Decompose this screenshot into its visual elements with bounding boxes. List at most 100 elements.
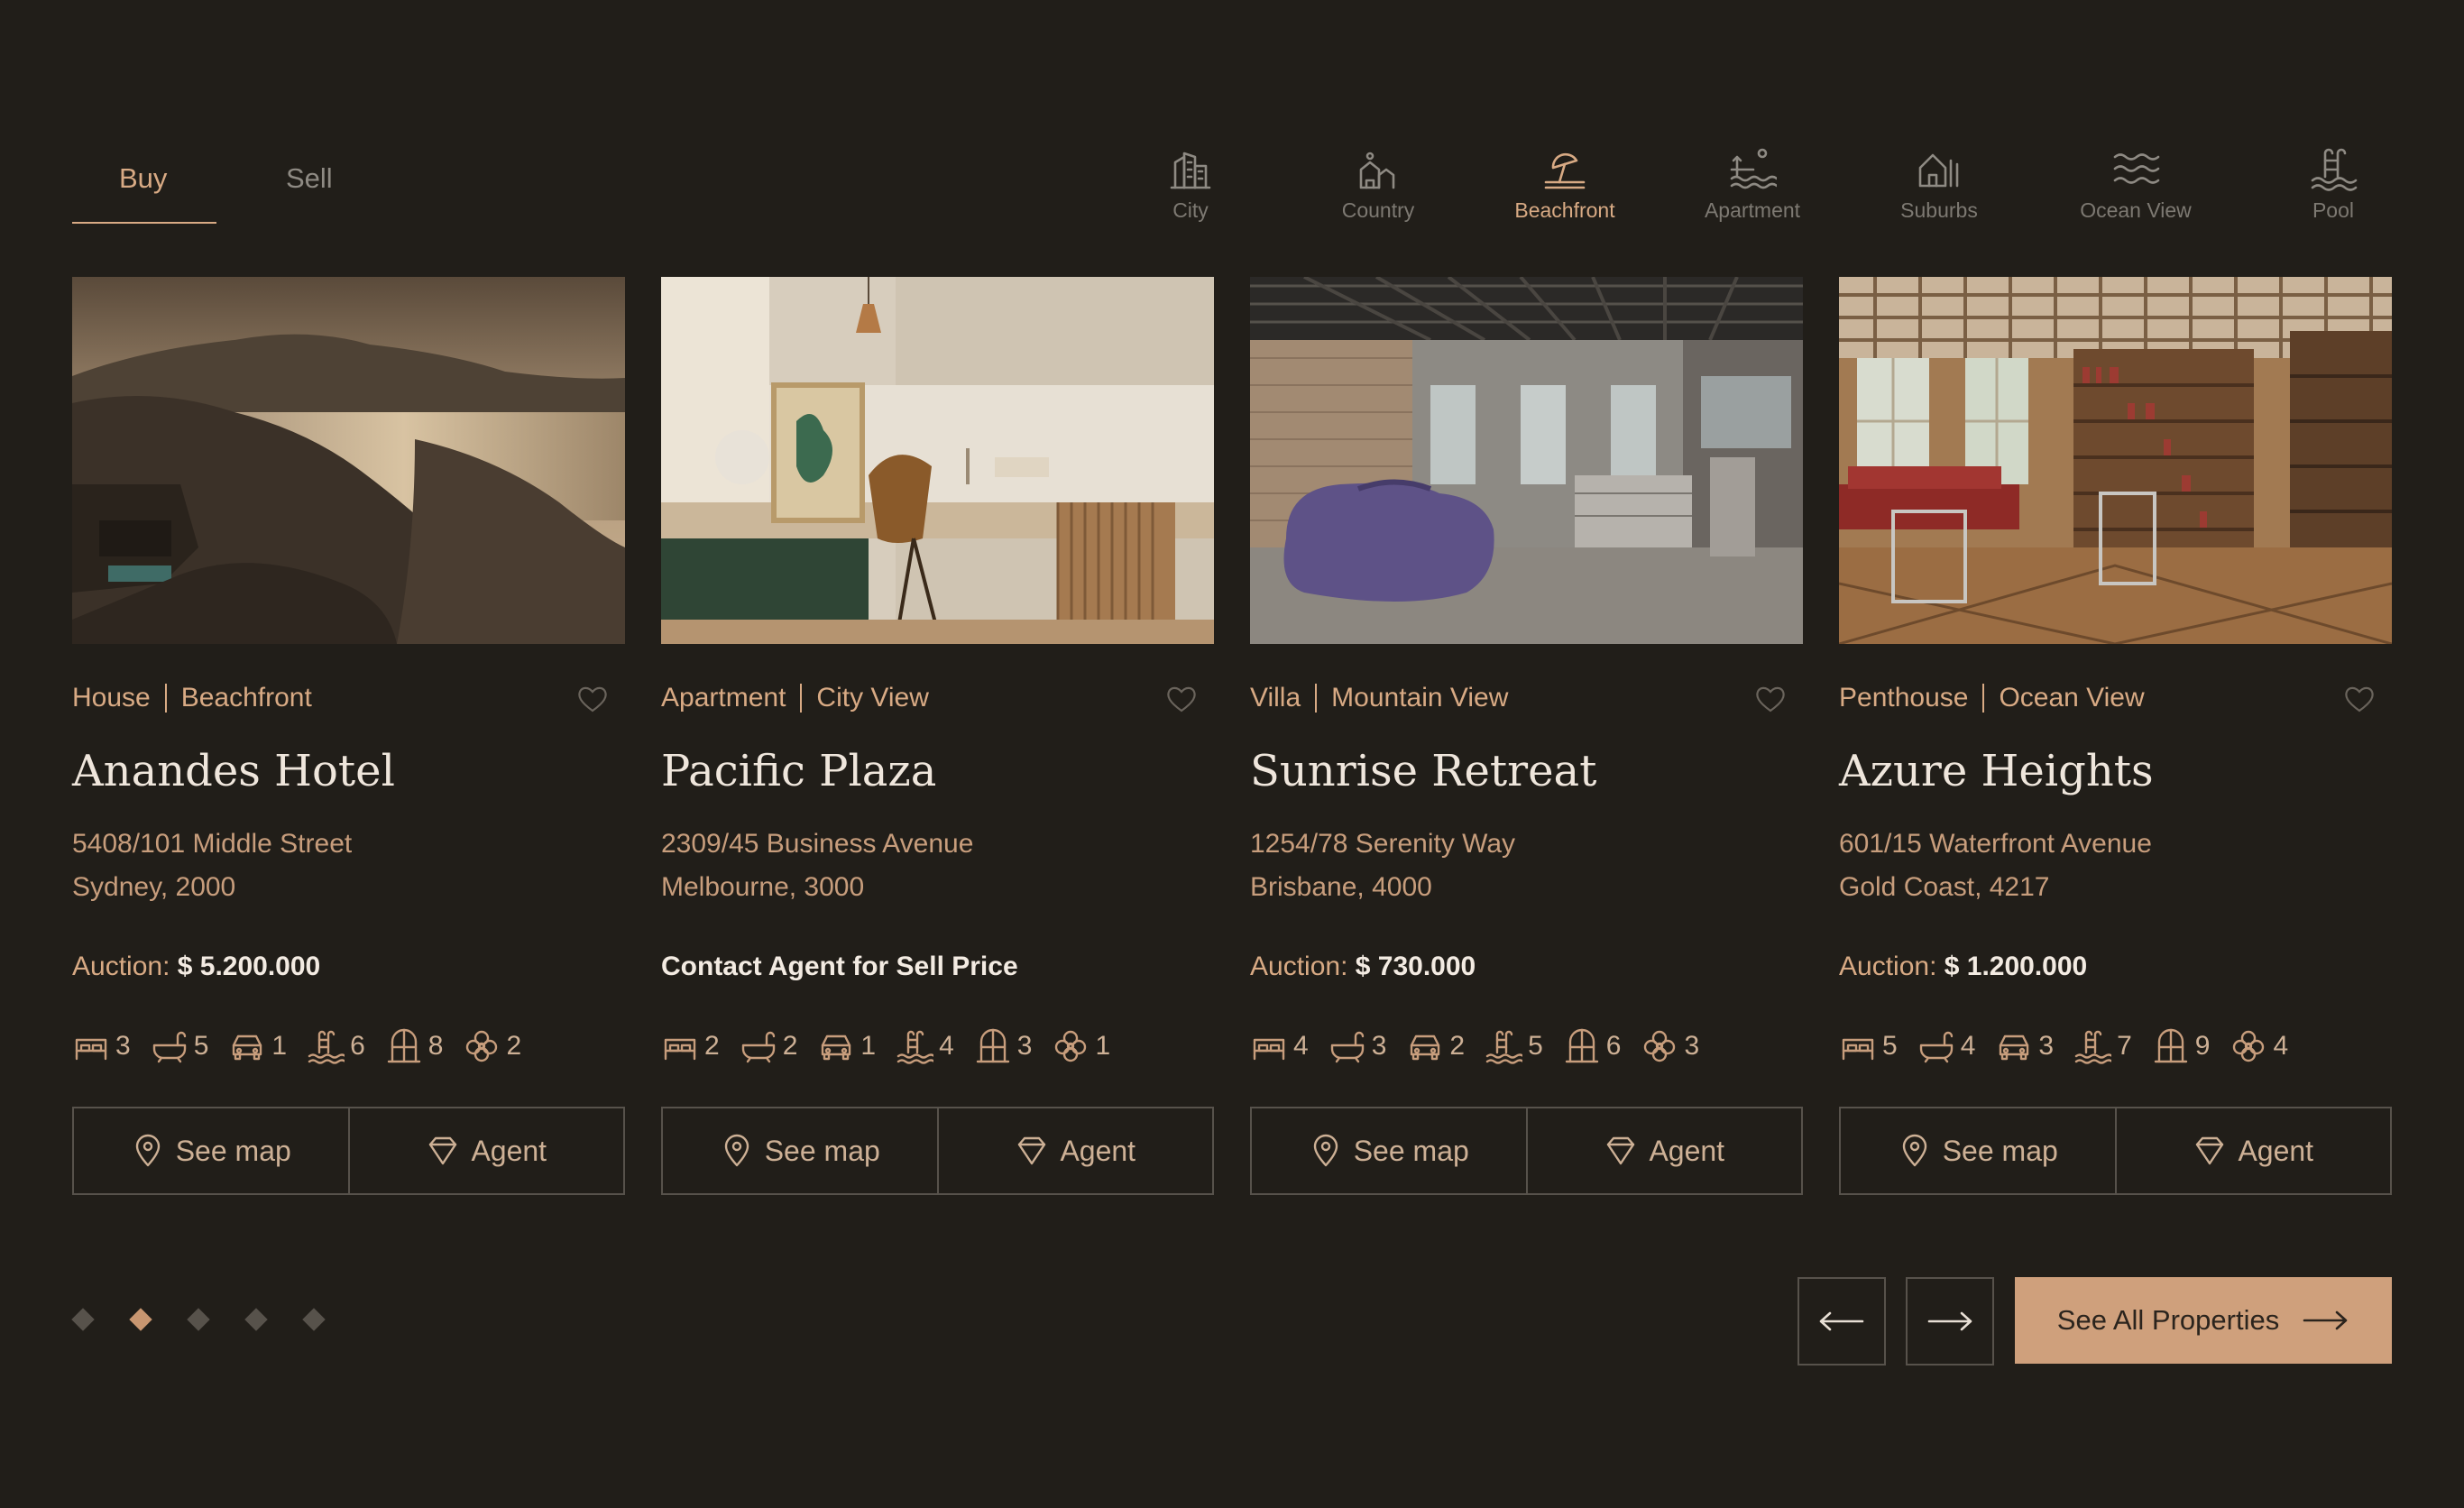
button-label: Agent: [2238, 1134, 2314, 1167]
tab-buy[interactable]: Buy: [119, 162, 167, 195]
property-name: Sunrise Retreat: [1250, 746, 1597, 796]
agent-button[interactable]: Agent: [347, 1108, 624, 1193]
price-label: Auction:: [1250, 952, 1348, 981]
feature-pool: 6: [307, 1027, 365, 1065]
favorite-button[interactable]: [1165, 685, 1198, 713]
bed-icon: [1842, 1038, 1874, 1061]
category-suburbs[interactable]: Suburbs: [1849, 144, 2029, 223]
tab-sell[interactable]: Sell: [286, 162, 333, 195]
feature-pool: 4: [896, 1027, 954, 1065]
property-photo[interactable]: [1250, 277, 1803, 644]
property-address-line1: 5408/101 Middle Street: [72, 829, 353, 859]
button-label: See map: [1353, 1134, 1469, 1167]
apartment-icon: [1730, 148, 1777, 189]
price-label: Auction:: [1839, 952, 1937, 981]
category-pool[interactable]: Pool: [2243, 144, 2423, 223]
next-button[interactable]: [1906, 1277, 1994, 1365]
favorite-button[interactable]: [2343, 685, 2376, 713]
interior-desk-chair-photo: [661, 277, 1214, 644]
feature-rooms: 6: [1563, 1027, 1621, 1065]
property-price: Auction: $ 1.200.000: [1839, 952, 2087, 982]
feature-garage: 1: [817, 1027, 876, 1065]
feature-value: 3: [115, 1031, 131, 1061]
property-photo[interactable]: [72, 277, 625, 644]
category-country[interactable]: Country: [1288, 144, 1468, 223]
previous-button[interactable]: [1797, 1277, 1886, 1365]
garden-icon: [466, 1030, 498, 1062]
favorite-button[interactable]: [576, 685, 609, 713]
card-actions: See map Agent: [661, 1107, 1214, 1195]
agent-button[interactable]: Agent: [1525, 1108, 1802, 1193]
category-beachfront[interactable]: Beachfront: [1475, 144, 1655, 223]
feature-value: 2: [782, 1031, 798, 1061]
feature-value: 1: [271, 1031, 288, 1061]
meta-separator: [800, 684, 803, 713]
diamond-icon: [1018, 1136, 1046, 1165]
country-icon: [1359, 152, 1395, 189]
feature-bathrooms: 5: [151, 1027, 208, 1065]
bath-icon: [741, 1031, 775, 1063]
property-features: 3 5 1 6 8 2: [72, 1027, 541, 1065]
pagination-dot-active[interactable]: [129, 1308, 152, 1331]
property-view: Mountain View: [1331, 683, 1509, 713]
pagination-dot[interactable]: [244, 1308, 268, 1331]
feature-value: 5: [1882, 1031, 1898, 1061]
meta-separator: [1315, 684, 1318, 713]
see-map-button[interactable]: See map: [663, 1108, 937, 1193]
property-photo[interactable]: [661, 277, 1214, 644]
property-type: Apartment: [661, 683, 786, 713]
map-pin-icon: [724, 1134, 749, 1167]
see-map-button[interactable]: See map: [1841, 1108, 2115, 1193]
see-all-properties-button[interactable]: See All Properties: [2015, 1277, 2392, 1364]
property-price: Auction: $ 5.200.000: [72, 952, 320, 982]
feature-garage: 2: [1406, 1027, 1465, 1065]
door-icon: [976, 1028, 1009, 1063]
feature-value: 2: [704, 1031, 720, 1061]
property-price: Contact Agent for Sell Price: [661, 952, 1018, 981]
property-features: 2 2 1 4 3 1: [661, 1027, 1130, 1065]
property-view: City View: [816, 683, 929, 713]
property-features: 5 4 3 7 9 4: [1839, 1027, 2308, 1065]
pagination-dot[interactable]: [302, 1308, 326, 1331]
category-city[interactable]: City: [1100, 144, 1281, 223]
property-meta: Apartment City View: [661, 683, 929, 713]
property-address-line2: Sydney, 2000: [72, 872, 236, 902]
property-view: Ocean View: [1999, 683, 2145, 713]
feature-value: 3: [1371, 1031, 1387, 1061]
diamond-icon: [2196, 1136, 2224, 1165]
card-actions: See map Agent: [1250, 1107, 1803, 1195]
map-pin-icon: [1313, 1134, 1338, 1167]
feature-bedrooms: 3: [72, 1027, 131, 1065]
agent-button[interactable]: Agent: [936, 1108, 1213, 1193]
category-apartment[interactable]: Apartment: [1662, 144, 1843, 223]
category-label: Pool: [2312, 198, 2355, 222]
category-label: City: [1172, 198, 1209, 222]
pagination-dot[interactable]: [187, 1308, 210, 1331]
bath-icon: [152, 1031, 186, 1063]
agent-button[interactable]: Agent: [2114, 1108, 2391, 1193]
price-value: $ 1.200.000: [1944, 952, 2088, 981]
see-map-button[interactable]: See map: [74, 1108, 348, 1193]
garden-icon: [1055, 1030, 1087, 1062]
door-icon: [2154, 1028, 2187, 1063]
property-photo[interactable]: [1839, 277, 2392, 644]
category-ocean-view[interactable]: Ocean View: [2046, 144, 2226, 223]
garden-icon: [2233, 1030, 2265, 1062]
favorite-button[interactable]: [1754, 685, 1787, 713]
arrow-right-icon: [1927, 1311, 1972, 1331]
feature-garden: 4: [2230, 1027, 2288, 1065]
coastal-cliff-hotel-photo: [72, 277, 625, 644]
see-map-button[interactable]: See map: [1252, 1108, 1526, 1193]
bed-icon: [1253, 1038, 1285, 1061]
pool-icon: [2074, 1030, 2112, 1064]
beachfront-icon: [1544, 152, 1586, 189]
property-type: Villa: [1250, 683, 1301, 713]
property-address-line2: Melbourne, 3000: [661, 872, 865, 902]
feature-value: 3: [1684, 1031, 1700, 1061]
property-name: Pacific Plaza: [661, 746, 937, 796]
category-label: Suburbs: [1900, 198, 1978, 222]
property-meta: House Beachfront: [72, 683, 312, 713]
property-name: Anandes Hotel: [72, 746, 395, 796]
pagination-dot[interactable]: [71, 1308, 95, 1331]
feature-value: 6: [350, 1031, 365, 1061]
